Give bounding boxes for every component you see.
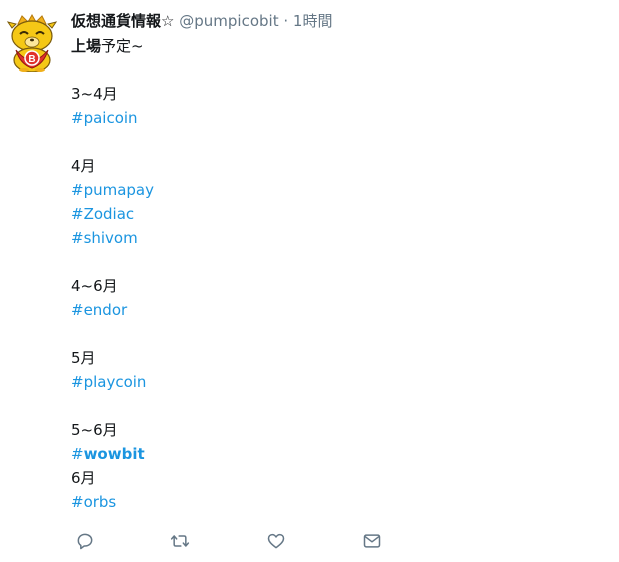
hashtag-link[interactable]: #orbs bbox=[71, 493, 116, 511]
section-heading: 5~6月 bbox=[71, 421, 118, 439]
bitcoin-mascot-avatar-icon: B bbox=[6, 13, 58, 73]
display-name[interactable]: 仮想通貨情報 bbox=[71, 12, 161, 30]
hashtag-link[interactable]: #endor bbox=[71, 301, 127, 319]
section-heading: 6月 bbox=[71, 469, 96, 487]
tweet-actions bbox=[71, 529, 411, 553]
heart-icon bbox=[267, 533, 285, 549]
like-button[interactable] bbox=[263, 529, 289, 553]
separator-dot: · bbox=[283, 12, 289, 30]
hashtag-link[interactable]: #Zodiac bbox=[71, 205, 134, 223]
name-star-symbol: ☆ bbox=[161, 12, 175, 30]
section-heading: 5月 bbox=[71, 349, 96, 367]
svg-text:B: B bbox=[28, 54, 35, 65]
avatar[interactable]: B bbox=[4, 13, 60, 73]
intro-bold: 上場 bbox=[71, 37, 102, 55]
retweet-button[interactable] bbox=[167, 529, 193, 553]
reply-button[interactable] bbox=[72, 529, 98, 553]
intro-rest: 予定~ bbox=[101, 37, 144, 55]
tweet-card: B 仮想通貨情報☆ @pumpicobit · 1時間 上場予定~ 3~4月 #… bbox=[0, 0, 619, 562]
intro-line: 上場予定~ bbox=[71, 34, 591, 58]
section-heading: 3~4月 bbox=[71, 85, 118, 103]
hashtag-link[interactable]: #pumapay bbox=[71, 181, 154, 199]
section-heading: 4月 bbox=[71, 157, 96, 175]
hashtag-symbol: # bbox=[71, 445, 84, 463]
hashtag-link[interactable]: #shivom bbox=[71, 229, 138, 247]
hashtag-link-highlighted[interactable]: #wowbit bbox=[71, 445, 145, 463]
hashtag-link[interactable]: #paicoin bbox=[71, 109, 138, 127]
user-handle[interactable]: @pumpicobit bbox=[179, 12, 278, 30]
hashtag-word: wowbit bbox=[83, 445, 145, 463]
timestamp[interactable]: 1時間 bbox=[293, 12, 333, 30]
retweet-icon bbox=[170, 535, 190, 547]
direct-message-button[interactable] bbox=[359, 529, 385, 553]
section-heading: 4~6月 bbox=[71, 277, 118, 295]
tweet-header: 仮想通貨情報☆ @pumpicobit · 1時間 bbox=[71, 11, 332, 31]
envelope-icon bbox=[363, 534, 381, 548]
hashtag-link[interactable]: #playcoin bbox=[71, 373, 146, 391]
reply-icon bbox=[77, 533, 93, 550]
tweet-text: 上場予定~ 3~4月 #paicoin 4月 #pumapay #Zodiac … bbox=[71, 34, 591, 514]
